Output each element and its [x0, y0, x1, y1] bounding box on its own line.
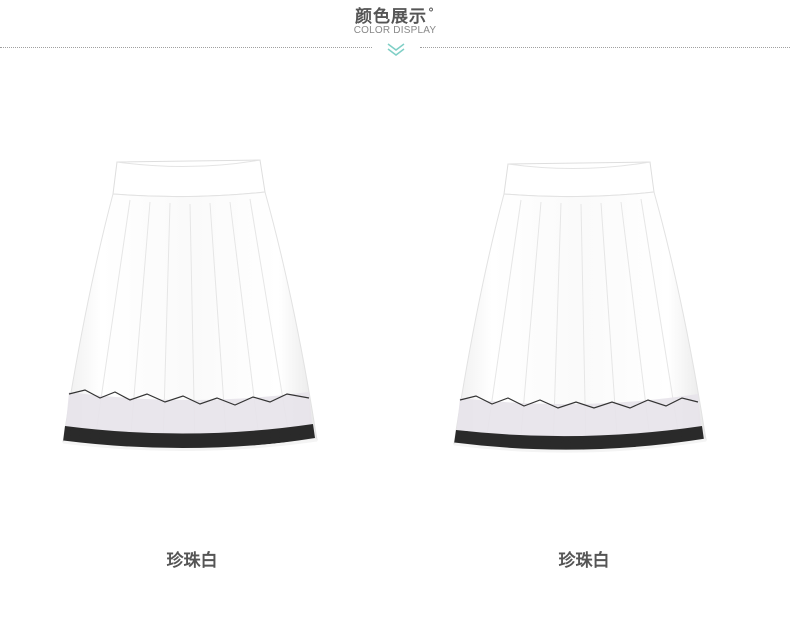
divider-right — [420, 47, 790, 48]
section-subtitle: COLOR DISPLAY — [353, 25, 437, 36]
product-image-1[interactable] — [55, 150, 325, 470]
product-image-2[interactable] — [448, 150, 718, 470]
chevron-down-icon — [387, 43, 405, 56]
section-title: 颜色展示° — [0, 2, 790, 27]
section-title-mark: ° — [428, 6, 435, 20]
section-header: 颜色展示° COLOR DISPLAY — [0, 0, 790, 60]
skirt-illustration — [62, 159, 318, 451]
skirt-illustration — [453, 161, 707, 453]
product-color-name-2: 珍珠白 — [558, 551, 610, 571]
section-title-text: 颜色展示 — [355, 7, 427, 27]
product-color-name-1: 珍珠白 — [166, 551, 218, 571]
divider-left — [0, 47, 372, 48]
